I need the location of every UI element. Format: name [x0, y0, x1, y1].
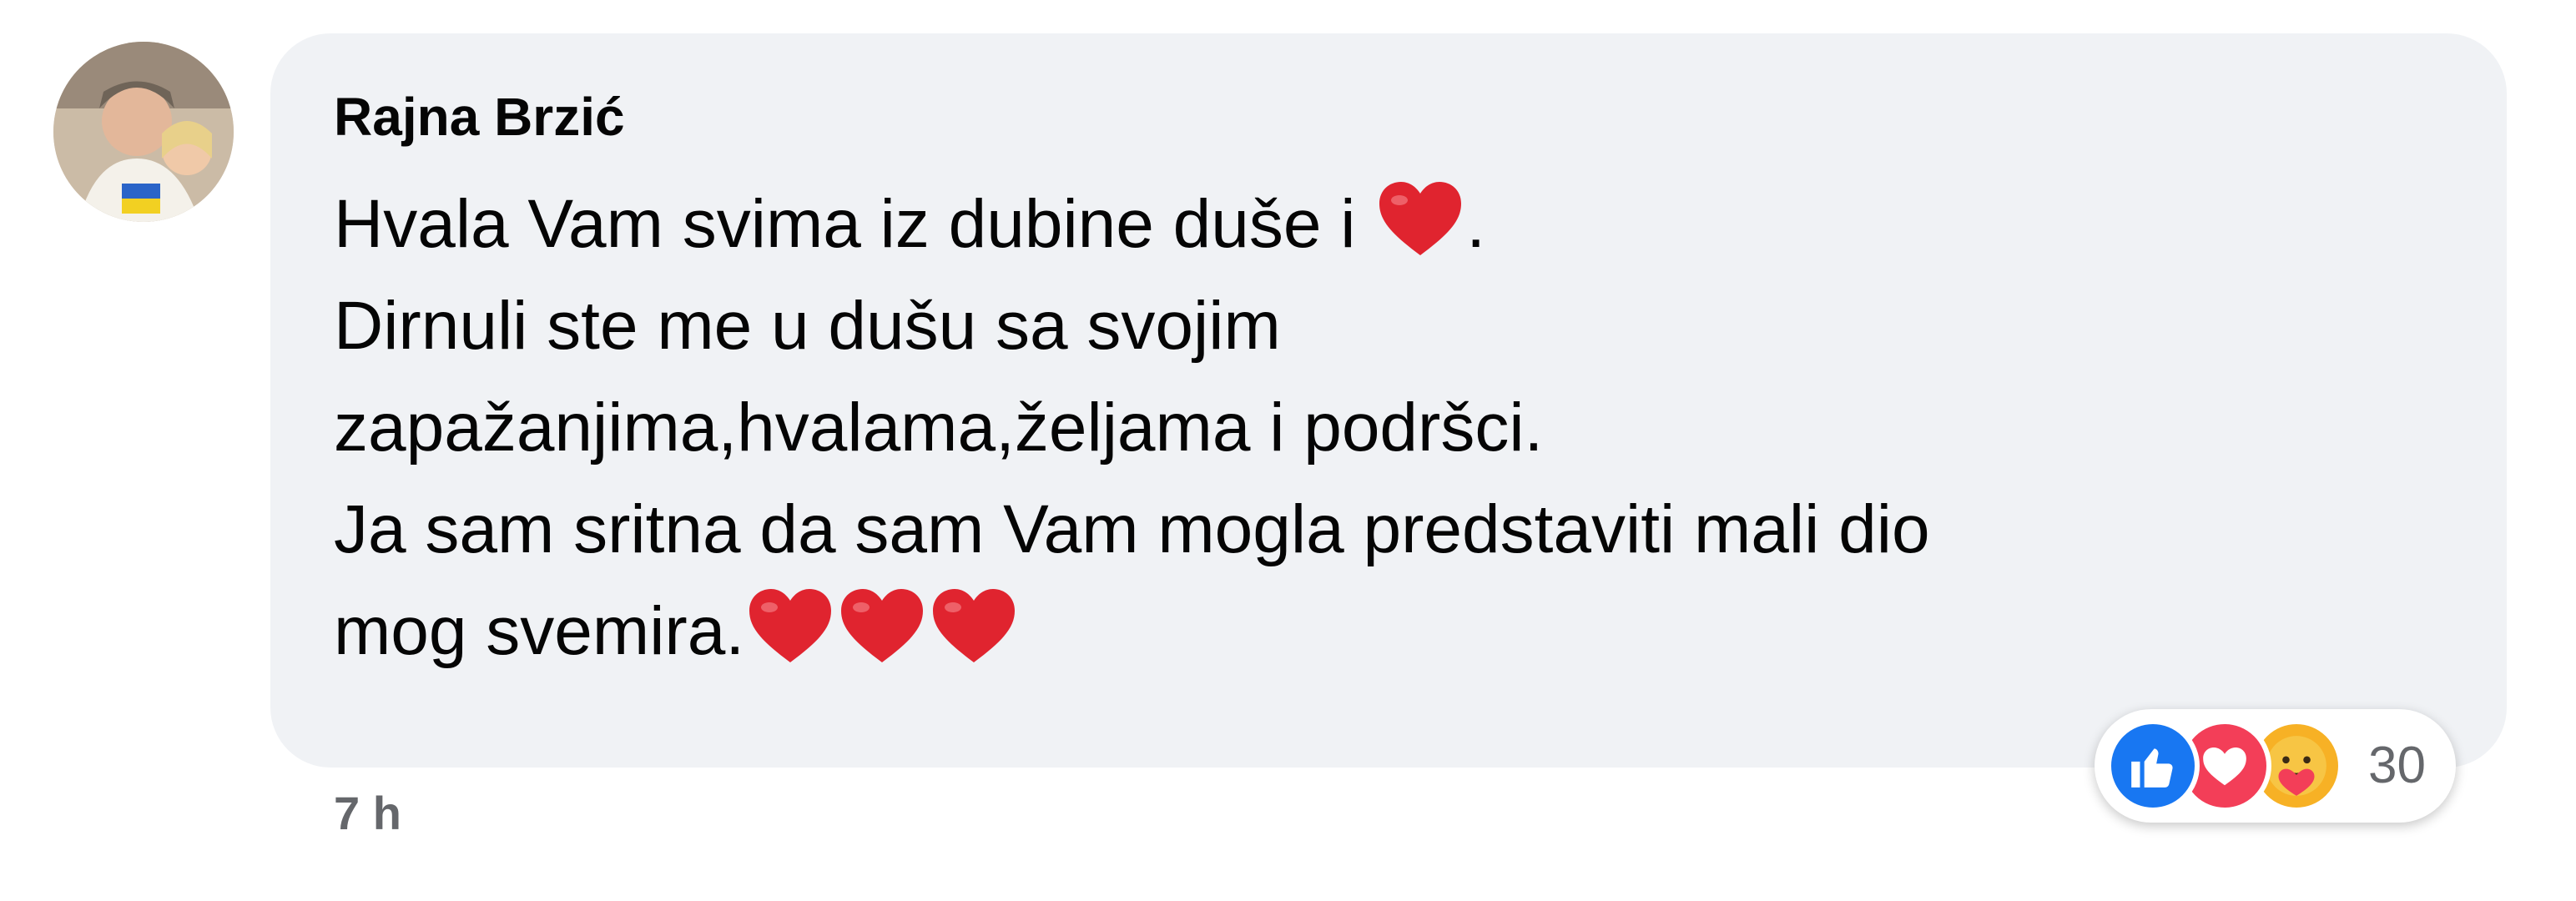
heart-emoji-icon — [749, 589, 832, 662]
comment-body: Hvala Vam svima iz dubine duše i . Dirnu… — [334, 174, 2420, 682]
avatar[interactable] — [53, 42, 234, 222]
heart-emoji-icon — [933, 589, 1016, 662]
heart-emoji-icon — [841, 589, 924, 662]
reaction-count: 30 — [2368, 737, 2426, 794]
comment-line: Hvala Vam svima iz dubine duše i . — [334, 174, 2420, 275]
like-icon — [2106, 719, 2200, 813]
comment-line: zapažanjima,hvalama,željama i podršci. — [334, 390, 1544, 466]
reactions-summary[interactable]: 30 — [2095, 709, 2456, 823]
comment: Rajna Brzić Hvala Vam svima iz dubine du… — [0, 0, 2576, 901]
comment-author[interactable]: Rajna Brzić — [334, 83, 625, 150]
comment-line: mog svemira. — [334, 581, 2420, 682]
avatar-photo — [53, 42, 234, 222]
heart-emoji-icon — [1379, 182, 1462, 255]
comment-line: Dirnuli ste me u dušu sa svojim — [334, 288, 1281, 364]
comment-line: Ja sam sritna da sam Vam mogla predstavi… — [334, 491, 1930, 567]
comment-timestamp[interactable]: 7 h — [334, 784, 401, 843]
